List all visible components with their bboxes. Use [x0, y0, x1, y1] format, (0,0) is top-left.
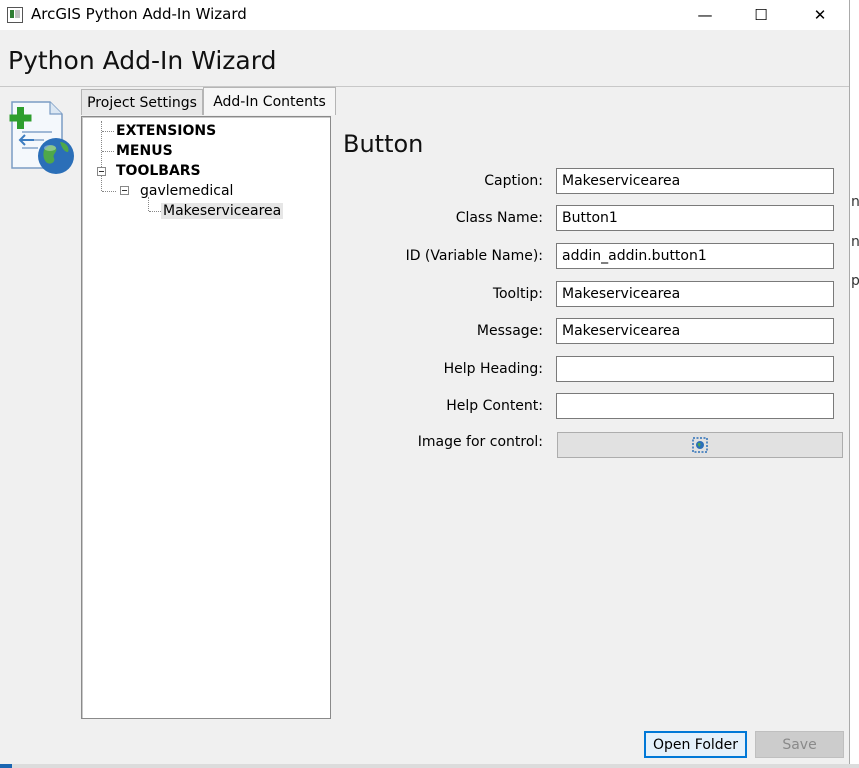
tab-project-settings-label: Project Settings [87, 94, 197, 111]
help-heading-field[interactable] [556, 356, 834, 382]
collapse-toolbar-icon[interactable] [120, 186, 129, 195]
close-button[interactable]: ✕ [797, 0, 843, 30]
window-title: ArcGIS Python Add-In Wizard [31, 5, 247, 23]
tree-item-menus[interactable]: MENUS [116, 142, 173, 160]
minimize-icon: — [697, 6, 713, 24]
open-folder-button[interactable]: Open Folder [644, 731, 747, 758]
wizard-header: Python Add-In Wizard [0, 30, 849, 87]
title-bar[interactable]: ArcGIS Python Add-In Wizard — ☐ ✕ [0, 0, 849, 30]
image-for-control-label: Image for control: [417, 434, 543, 450]
tree-item-extensions[interactable]: EXTENSIONS [116, 122, 216, 140]
close-icon: ✕ [813, 6, 827, 24]
app-window-icon [7, 7, 23, 23]
taskbar-edge [0, 764, 859, 768]
button-section-title: Button [343, 130, 424, 158]
message-label: Message: [476, 323, 543, 339]
tooltip-field[interactable] [556, 281, 834, 307]
open-folder-label: Open Folder [652, 736, 739, 753]
tree-item-extensions-label: EXTENSIONS [116, 123, 217, 139]
wizard-window: ArcGIS Python Add-In Wizard — ☐ ✕ Python… [0, 0, 850, 764]
tree-item-toolbars-label: TOOLBARS [116, 163, 201, 179]
background-text-fragment: n [851, 234, 859, 250]
collapse-toolbars-icon[interactable] [97, 167, 106, 176]
tab-addin-contents[interactable]: Add-In Contents [203, 87, 336, 115]
tree-item-toolbars[interactable]: TOOLBARS [116, 162, 201, 180]
tree-item-button[interactable]: Makeservicearea [161, 202, 284, 220]
control-image-icon [692, 437, 708, 453]
help-heading-label: Help Heading: [443, 361, 543, 377]
id-label: ID (Variable Name): [405, 248, 543, 264]
save-label: Save [782, 736, 817, 753]
maximize-button[interactable]: ☐ [738, 0, 784, 30]
tab-project-settings[interactable]: Project Settings [81, 89, 203, 115]
message-field[interactable] [556, 318, 834, 344]
help-content-label: Help Content: [446, 398, 543, 414]
image-for-control-button[interactable] [557, 432, 843, 458]
id-field[interactable] [556, 243, 834, 269]
minimize-button[interactable]: — [682, 0, 728, 30]
save-button[interactable]: Save [755, 731, 844, 758]
tree-item-toolbar-label: gavlemedical [140, 183, 234, 199]
page-title: Python Add-In Wizard [8, 46, 277, 75]
caption-label: Caption: [484, 173, 543, 189]
tree-item-toolbar[interactable]: gavlemedical [140, 182, 233, 200]
tree-item-button-label: Makeservicearea [161, 203, 284, 219]
class-name-field[interactable] [556, 205, 834, 231]
addin-wizard-icon [9, 101, 74, 174]
tab-addin-contents-label: Add-In Contents [213, 93, 326, 110]
addin-contents-tree[interactable]: EXTENSIONS MENUS TOOLBARS gavlemedical M… [81, 116, 331, 719]
caption-field[interactable] [556, 168, 834, 194]
tooltip-label: Tooltip: [492, 286, 543, 302]
maximize-icon: ☐ [754, 6, 768, 24]
background-text-fragment: n [851, 194, 859, 210]
background-text-fragment: p [851, 273, 859, 289]
help-content-field[interactable] [556, 393, 834, 419]
class-name-label: Class Name: [455, 210, 543, 226]
tree-item-menus-label: MENUS [116, 143, 173, 159]
